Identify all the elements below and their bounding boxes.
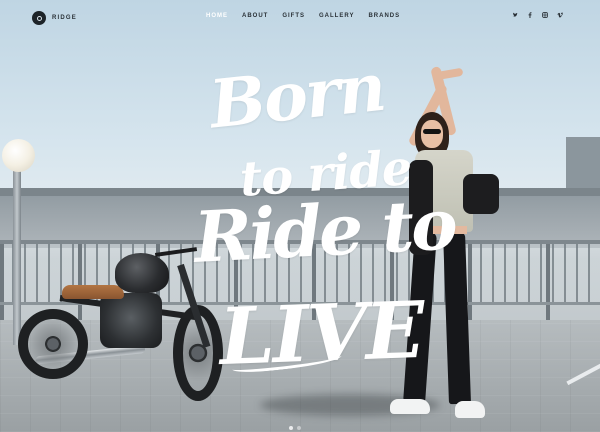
rooftop-wall: [0, 188, 600, 248]
main-nav: HOME ABOUT GIFTS GALLERY BRANDS: [206, 13, 400, 19]
hero-section: Born to ride Ride to LIVE RIDGE HOME ABO…: [0, 0, 600, 432]
brand-logo[interactable]: RIDGE: [32, 10, 77, 26]
background-building: [566, 137, 600, 189]
slider-dot[interactable]: [297, 426, 301, 430]
brand-logo-icon: [32, 11, 46, 25]
twitter-icon[interactable]: [512, 12, 518, 18]
brand-name: RIDGE: [52, 15, 78, 21]
nav-item-home[interactable]: HOME: [206, 13, 228, 19]
woman-figure-image: [385, 62, 505, 432]
vimeo-icon[interactable]: [557, 12, 563, 18]
nav-item-gifts[interactable]: GIFTS: [282, 13, 305, 19]
nav-item-about[interactable]: ABOUT: [242, 13, 268, 19]
instagram-icon[interactable]: [542, 12, 548, 18]
motorcycle-image: [15, 245, 230, 405]
slider-dot[interactable]: [289, 426, 293, 430]
facebook-icon[interactable]: [527, 12, 533, 18]
nav-item-brands[interactable]: BRANDS: [368, 13, 400, 19]
slider-indicators: [289, 426, 301, 430]
site-header: RIDGE HOME ABOUT GIFTS GALLERY BRANDS: [0, 0, 600, 36]
lamp-globe: [2, 139, 35, 172]
nav-item-gallery[interactable]: GALLERY: [319, 13, 354, 19]
social-links: [512, 12, 563, 18]
